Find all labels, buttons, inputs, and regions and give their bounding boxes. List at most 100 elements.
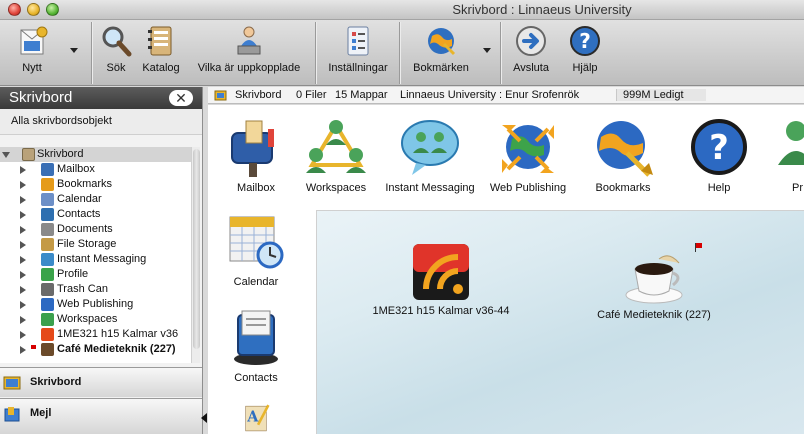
- dock-web-publishing[interactable]: Web Publishing: [486, 115, 570, 194]
- dock-instant-messaging[interactable]: Instant Messaging: [382, 115, 478, 194]
- title-bar: Skrivbord : Linnaeus University: [0, 0, 804, 20]
- dock-bookmarks[interactable]: Bookmarks: [590, 115, 656, 194]
- bookmarks-menu-arrow[interactable]: [483, 48, 491, 53]
- status-location: Skrivbord: [235, 89, 282, 101]
- tree-item-label: Trash Can: [57, 283, 108, 295]
- workspaces-icon: [306, 120, 366, 173]
- tree-item[interactable]: 1ME321 h15 Kalmar v36: [0, 327, 192, 342]
- window-title: Skrivbord : Linnaeus University: [452, 2, 632, 17]
- coffee-cup-icon: [625, 255, 683, 304]
- desktop-cafe-item[interactable]: Café Medieteknik (227): [589, 249, 719, 321]
- disclosure-triangle-icon[interactable]: [20, 331, 26, 339]
- disclosure-triangle-icon[interactable]: [20, 211, 26, 219]
- tree-item[interactable]: Contacts: [0, 207, 192, 222]
- search-button[interactable]: Sök: [98, 24, 134, 82]
- sidebar-header: Skrivbord ✕: [0, 87, 202, 109]
- disclosure-triangle-icon[interactable]: [20, 256, 26, 264]
- tree-item-label: Mailbox: [57, 163, 95, 175]
- dock-contacts[interactable]: Contacts: [222, 305, 290, 384]
- contacts-icon: [41, 208, 54, 221]
- disclosure-triangle-icon[interactable]: [20, 166, 26, 174]
- disclosure-triangle-icon[interactable]: [20, 226, 26, 234]
- instant-messaging-icon: [401, 120, 459, 175]
- desktop-conference-item[interactable]: 1ME321 h15 Kalmar v36-44: [361, 243, 521, 317]
- sidebar-scrollbar[interactable]: [191, 147, 200, 363]
- tree-item-label: Contacts: [57, 208, 101, 220]
- disclosure-triangle-icon[interactable]: [20, 196, 26, 204]
- tree-item[interactable]: File Storage: [0, 237, 192, 252]
- new-button[interactable]: Nytt: [10, 24, 54, 82]
- tree-item[interactable]: Documents: [0, 222, 192, 237]
- dock-workspaces[interactable]: Workspaces: [300, 115, 372, 194]
- disclosure-triangle-icon[interactable]: [20, 316, 26, 324]
- dock-profile-partial[interactable]: Pr: [770, 115, 804, 194]
- tree-item[interactable]: Mailbox: [0, 162, 192, 177]
- sidebar-collapse-handle[interactable]: [201, 413, 207, 423]
- toolbar-separator: [91, 22, 92, 84]
- desktop-area: 1ME321 h15 Kalmar v36-44 Café Medietekni…: [316, 210, 804, 434]
- sidebar-title: Skrivbord: [9, 89, 73, 106]
- coffee-icon: [41, 343, 54, 356]
- disclosure-triangle-icon[interactable]: [20, 346, 26, 354]
- tree-item[interactable]: Café Medieteknik (227): [0, 342, 192, 357]
- who-online-button[interactable]: Vilka är uppkopplade: [190, 24, 308, 82]
- tree-item[interactable]: Instant Messaging: [0, 252, 192, 267]
- desktop-folder-icon: [22, 148, 35, 161]
- status-user: Linnaeus University : Enur Srofenrök: [400, 89, 580, 101]
- tree-item[interactable]: Profile: [0, 267, 192, 282]
- disclosure-triangle-icon[interactable]: [20, 301, 26, 309]
- tree-item[interactable]: Workspaces: [0, 312, 192, 327]
- scrollbar-thumb[interactable]: [193, 149, 200, 349]
- bookmarks-icon: [41, 178, 54, 191]
- tree-item-label: Café Medieteknik (227): [57, 343, 176, 355]
- disclosure-triangle-icon[interactable]: [20, 286, 26, 294]
- search-icon: [102, 26, 132, 57]
- status-folders: 15 Mappar: [335, 89, 388, 101]
- web-publishing-icon: [502, 125, 554, 173]
- catalog-button[interactable]: Katalog: [138, 24, 184, 82]
- dock-mailbox[interactable]: Mailbox: [222, 115, 290, 194]
- tree-item[interactable]: Bookmarks: [0, 177, 192, 192]
- tree-item[interactable]: Calendar: [0, 192, 192, 207]
- calendar-icon: [41, 193, 54, 206]
- disclosure-triangle-icon[interactable]: [20, 181, 26, 189]
- help-icon: ?: [570, 26, 600, 56]
- sidebar: Skrivbord ✕ Alla skrivbordsobjekt Skrivb…: [0, 87, 203, 434]
- who-online-icon: [237, 26, 261, 55]
- calendar-icon: [229, 216, 284, 269]
- disclosure-triangle-icon[interactable]: [20, 241, 26, 249]
- disclosure-triangle-icon[interactable]: [20, 271, 26, 279]
- tree-item-label: File Storage: [57, 238, 117, 250]
- quit-button[interactable]: Avsluta: [507, 24, 555, 82]
- documents-icon: A: [245, 404, 270, 432]
- dock-calendar[interactable]: Calendar: [222, 209, 290, 288]
- new-menu-arrow[interactable]: [70, 48, 78, 53]
- mailbox-icon: [41, 163, 54, 176]
- section-desktop[interactable]: Skrivbord: [0, 367, 202, 397]
- tree-item-label: Workspaces: [57, 313, 118, 325]
- contacts-icon: [234, 310, 278, 365]
- new-document-icon: [20, 26, 48, 55]
- toolbar-separator: [500, 22, 501, 84]
- trash-can-icon: [41, 283, 54, 296]
- section-mail[interactable]: Mejl: [0, 398, 202, 434]
- bookmarks-button[interactable]: Bokmärken: [406, 24, 476, 82]
- settings-button[interactable]: Inställningar: [322, 24, 394, 82]
- disclosure-triangle-icon[interactable]: [2, 152, 10, 158]
- tree-item-label: Bookmarks: [57, 178, 113, 190]
- status-free-space: 999M Ledigt: [616, 89, 706, 101]
- svg-text:?: ?: [709, 128, 729, 168]
- mail-section-icon: [4, 407, 20, 422]
- tree-root-desktop[interactable]: Skrivbord: [0, 147, 192, 162]
- tree-item-label: Web Publishing: [57, 298, 134, 310]
- tree-item[interactable]: Trash Can: [0, 282, 192, 297]
- documents-icon: [41, 223, 54, 236]
- help-button[interactable]: ? Hjälp: [566, 24, 604, 82]
- dock-documents-partial[interactable]: A: [222, 401, 290, 434]
- dock-help[interactable]: ? Help: [686, 115, 752, 194]
- tree-item-label: 1ME321 h15 Kalmar v36: [57, 328, 179, 340]
- sidebar-close-button[interactable]: ✕: [169, 90, 193, 106]
- unread-flag-icon: [695, 243, 702, 252]
- svg-text:A: A: [246, 409, 259, 426]
- tree-item[interactable]: Web Publishing: [0, 297, 192, 312]
